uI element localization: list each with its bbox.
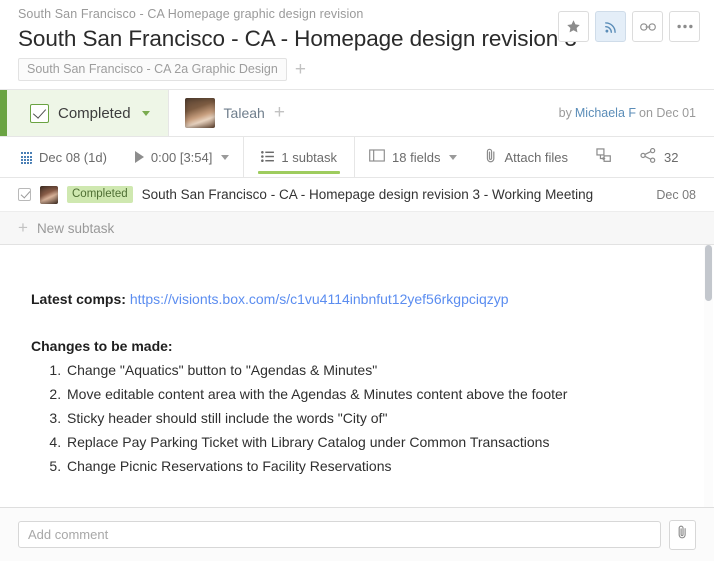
comment-input[interactable] <box>18 521 661 548</box>
subtask-title[interactable]: South San Francisco - CA - Homepage desi… <box>142 187 593 202</box>
timer-label: 0:00 [3:54] <box>150 149 213 165</box>
scrollbar[interactable] <box>704 245 713 507</box>
latest-comps-line: Latest comps: https://visionts.box.com/s… <box>31 288 696 311</box>
assignee-section: Taleah + <box>167 90 301 136</box>
avatar[interactable] <box>40 185 58 204</box>
paperclip-icon <box>677 525 688 544</box>
active-tab-indicator <box>258 171 341 174</box>
tab-subtasks[interactable]: 1 subtask <box>243 137 356 177</box>
task-description-panel: Latest comps: https://visionts.box.com/s… <box>0 245 714 507</box>
tag-row: South San Francisco - CA 2a Graphic Desi… <box>18 58 696 89</box>
attach-files-label: Attach files <box>504 149 569 165</box>
duplicate-icon <box>596 148 612 166</box>
plus-icon: + <box>18 218 28 237</box>
star-icon <box>566 19 581 34</box>
task-detail-view: South San Francisco - CA Homepage graphi… <box>0 0 714 561</box>
due-date-label: Dec 08 (1d) <box>39 149 107 165</box>
follow-button[interactable] <box>595 11 626 42</box>
new-subtask-button[interactable]: + New subtask <box>0 212 714 245</box>
task-description[interactable]: Latest comps: https://visionts.box.com/s… <box>0 245 714 488</box>
timer-button[interactable]: 0:00 [3:54] <box>121 137 243 177</box>
avatar[interactable] <box>184 98 215 128</box>
add-tag-button[interactable]: + <box>295 60 306 79</box>
copy-link-button[interactable] <box>632 11 663 42</box>
subtask-checkbox[interactable] <box>18 188 31 201</box>
chevron-down-icon[interactable] <box>449 154 458 160</box>
list-item: Sticky header should still include the w… <box>65 406 696 430</box>
chevron-down-icon[interactable] <box>141 110 150 116</box>
chevron-down-icon[interactable] <box>221 154 230 160</box>
list-item: Replace Pay Parking Ticket with Library … <box>65 430 696 454</box>
latest-comps-label: Latest comps: <box>31 291 126 307</box>
subtask-date[interactable]: Dec 08 <box>656 188 696 202</box>
credit-prefix: by <box>558 106 572 120</box>
assignee-name[interactable]: Taleah <box>224 105 265 121</box>
play-icon[interactable] <box>134 151 144 163</box>
star-button[interactable] <box>558 11 589 42</box>
attach-files-button[interactable]: Attach files <box>471 137 582 177</box>
status-dropdown[interactable]: Completed <box>0 90 168 136</box>
list-icon <box>261 150 275 165</box>
comment-bar <box>0 507 714 561</box>
status-bar: Completed Taleah + by Michaela F on Dec … <box>0 89 714 137</box>
credit-suffix: on Dec 01 <box>639 106 696 120</box>
share-nodes-icon <box>640 147 657 166</box>
dependencies-count: 32 <box>664 149 679 165</box>
table-row[interactable]: Completed South San Francisco - CA - Hom… <box>0 178 714 212</box>
task-toolbar: Dec 08 (1d) 0:00 [3:54] 1 subtask 18 fie… <box>0 137 714 178</box>
created-by-credit: by Michaela F on Dec 01 <box>559 90 714 136</box>
new-subtask-label: New subtask <box>36 220 115 236</box>
fields-button[interactable]: 18 fields <box>355 137 471 177</box>
more-options-button[interactable] <box>669 11 700 42</box>
status-badge: Completed <box>67 186 133 203</box>
completed-checkbox-icon[interactable] <box>30 103 49 123</box>
project-tag[interactable]: South San Francisco - CA 2a Graphic Desi… <box>18 58 287 81</box>
dependencies-button[interactable]: 32 <box>626 137 692 177</box>
scrollbar-thumb[interactable] <box>705 245 712 301</box>
list-item: Move editable content area with the Agen… <box>65 382 696 406</box>
credit-user-link[interactable]: Michaela F <box>575 106 636 120</box>
task-header: South San Francisco - CA Homepage graphi… <box>0 0 714 89</box>
comment-attach-button[interactable] <box>669 519 696 550</box>
fields-icon <box>369 149 385 165</box>
header-actions <box>558 11 700 42</box>
list-item: Change "Aquatics" button to "Agendas & M… <box>65 358 696 382</box>
comps-link[interactable]: https://visionts.box.com/s/c1vu4114inbnf… <box>130 291 509 307</box>
add-assignee-button[interactable]: + <box>274 103 285 122</box>
status-label: Completed <box>58 104 131 122</box>
calendar-icon <box>19 150 32 164</box>
subtasks-tab-label: 1 subtask <box>281 149 338 165</box>
more-icon <box>676 24 693 29</box>
paperclip-icon <box>485 148 497 166</box>
list-item: Change Picnic Reservations to Facility R… <box>65 454 696 478</box>
changes-heading: Changes to be made: <box>31 338 173 354</box>
due-date-button[interactable]: Dec 08 (1d) <box>0 137 121 177</box>
fields-label: 18 fields <box>392 149 441 165</box>
rss-follow-icon <box>604 20 618 34</box>
changes-list: Change "Aquatics" button to "Agendas & M… <box>31 358 696 478</box>
duplicate-task-button[interactable] <box>582 137 626 177</box>
link-icon <box>639 20 656 34</box>
